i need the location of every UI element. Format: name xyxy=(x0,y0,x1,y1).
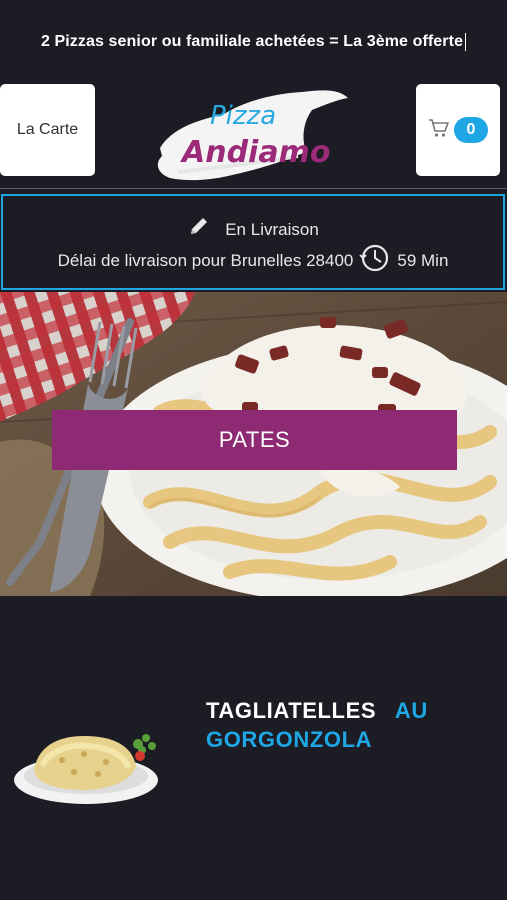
delivery-delay-label: Délai de livraison pour Brunelles 28400 xyxy=(57,250,354,270)
promo-text: 2 Pizzas senior ou familiale achetées = … xyxy=(40,33,464,50)
menu-carte-label: La Carte xyxy=(16,121,79,138)
delivery-delay-time: 59 Min xyxy=(397,250,449,270)
cart-icon xyxy=(428,118,450,143)
cart-button[interactable]: 0 xyxy=(416,84,500,176)
category-label: PATES xyxy=(218,427,291,452)
delivery-info[interactable]: En Livraison Délai de livraison pour Bru… xyxy=(1,194,505,290)
text-caret xyxy=(465,33,467,51)
category-banner[interactable]: PATES xyxy=(0,292,507,596)
logo-text-pizza: Pizza xyxy=(210,101,276,131)
product-name-part2: AU xyxy=(394,698,428,723)
clock-icon xyxy=(359,244,391,277)
header-divider xyxy=(0,188,507,189)
logo-text-andiamo: Andiamo xyxy=(180,135,330,170)
category-pates-button[interactable]: PATES xyxy=(52,410,457,470)
delivery-mode: En Livraison xyxy=(225,219,319,239)
product-name-part1: TAGLIATELLES xyxy=(206,698,377,723)
header: La Carte Pizza Andiamo 0 xyxy=(0,84,507,189)
product-image[interactable] xyxy=(14,716,162,806)
menu-carte-button[interactable]: La Carte xyxy=(0,84,95,176)
product-name-part3: GORGONZOLA xyxy=(206,727,373,752)
product-name[interactable]: TAGLIATELLES AU GORGONZOLA xyxy=(206,696,496,754)
logo[interactable]: Pizza Andiamo xyxy=(152,84,352,184)
product-card[interactable]: TAGLIATELLES AU GORGONZOLA xyxy=(0,680,507,810)
pencil-icon xyxy=(187,216,211,243)
promo-banner: 2 Pizzas senior ou familiale achetées = … xyxy=(0,0,507,84)
cart-count-badge: 0 xyxy=(454,117,488,143)
